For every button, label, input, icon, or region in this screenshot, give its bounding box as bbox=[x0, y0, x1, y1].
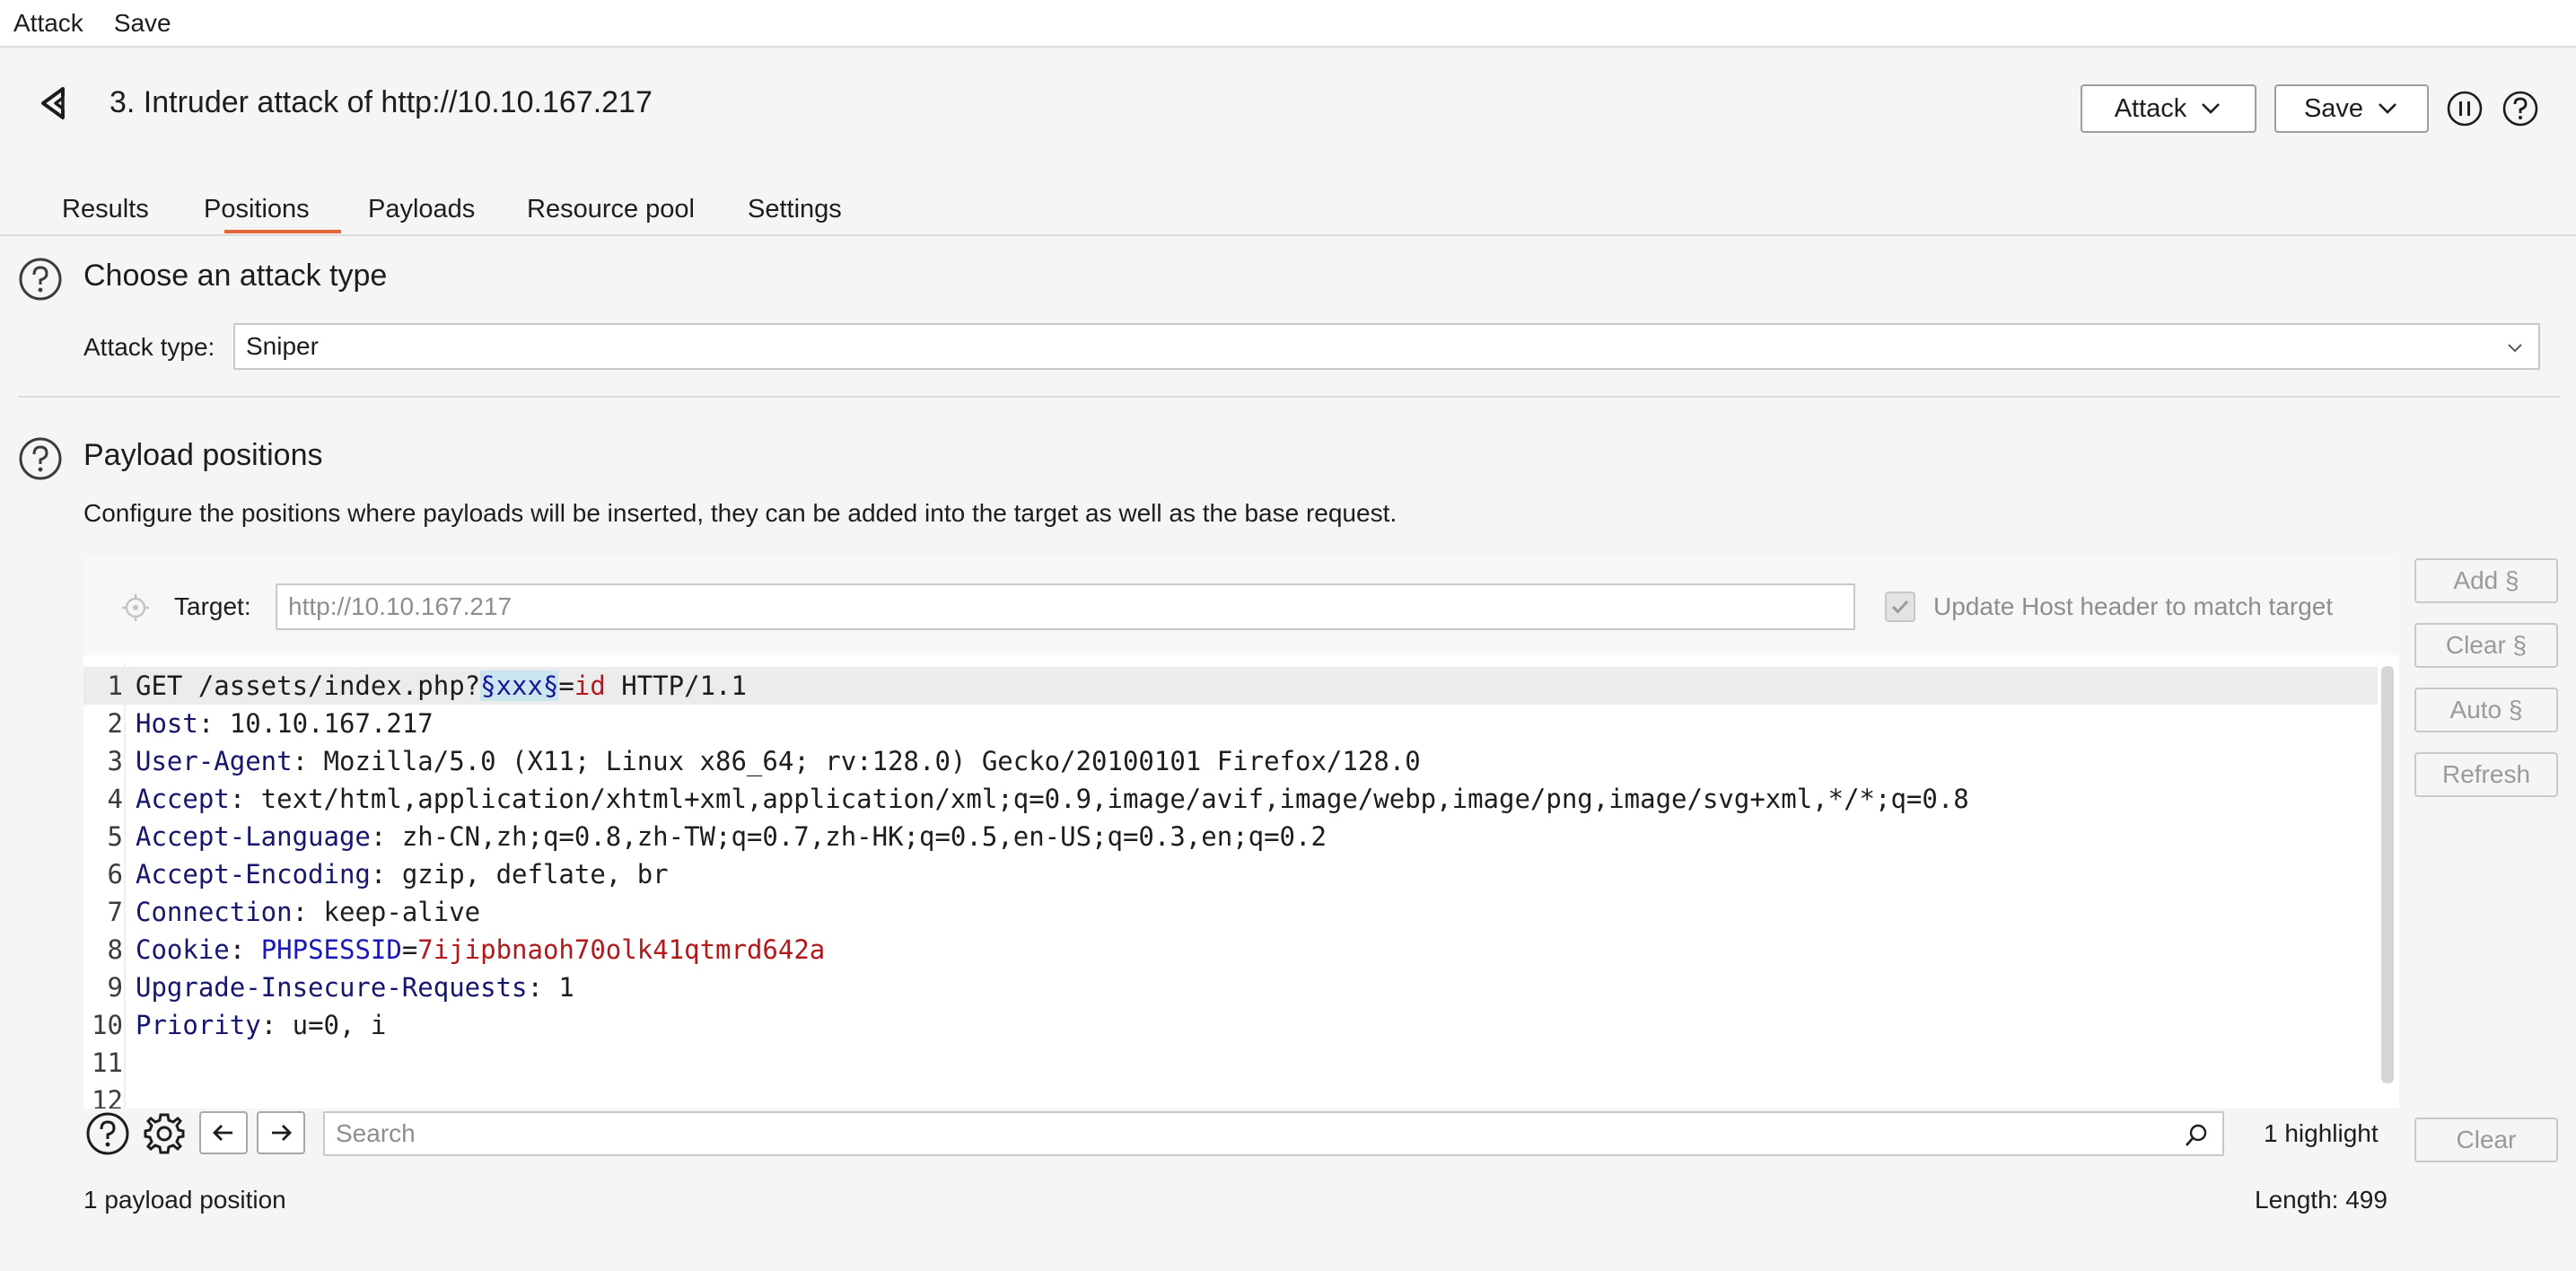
help-icon[interactable] bbox=[18, 436, 63, 481]
cookie-line: 8 Cookie: PHPSESSID = 7ijipbnaoh70olk41qtmr… bbox=[107, 934, 826, 965]
tab-payloads[interactable]: Payloads bbox=[368, 195, 475, 224]
payload-marker[interactable]: §xxx§ bbox=[480, 671, 559, 701]
add-section-button[interactable]: Add § bbox=[2414, 558, 2558, 603]
intruder-logo-icon bbox=[41, 87, 65, 119]
menu-bar: Attack Save bbox=[0, 0, 2576, 48]
editor-scrollbar[interactable] bbox=[2381, 666, 2394, 1083]
refresh-button[interactable]: Refresh bbox=[2414, 752, 2558, 797]
chevron-down-icon bbox=[2202, 103, 2221, 114]
target-label: Target: bbox=[174, 592, 251, 620]
target-input[interactable]: http://10.10.167.217 bbox=[276, 583, 1855, 630]
attack-type-select[interactable]: Sniper bbox=[233, 323, 2540, 370]
next-button[interactable] bbox=[257, 1111, 305, 1154]
highlight-count: 1 highlight bbox=[2264, 1119, 2379, 1147]
header-line: 4 Accept: text/html,application/xhtml+xml… bbox=[107, 784, 1969, 814]
search-placeholder: Search bbox=[336, 1119, 416, 1147]
header-line: 6 Accept-Encoding: gzip, deflate, br bbox=[107, 859, 669, 890]
help-icon[interactable] bbox=[18, 257, 63, 302]
menu-save[interactable]: Save bbox=[114, 9, 171, 38]
tab-bar: Results Positions Payloads Resource pool… bbox=[0, 182, 2576, 236]
arrow-right-icon bbox=[272, 1125, 292, 1141]
payload-positions-title: Payload positions bbox=[83, 438, 323, 472]
header-line: 7 Connection: keep-alive bbox=[107, 897, 481, 927]
help-icon[interactable] bbox=[85, 1111, 130, 1156]
payload-positions-description: Configure the positions where payloads w… bbox=[83, 499, 1398, 527]
empty-line: 11 bbox=[92, 1047, 123, 1078]
attack-type-label: Attack type: bbox=[83, 333, 215, 361]
gear-icon[interactable] bbox=[142, 1111, 187, 1156]
menu-attack[interactable]: Attack bbox=[13, 9, 83, 38]
payload-position-count: 1 payload position bbox=[83, 1186, 286, 1214]
chevron-down-icon bbox=[2379, 103, 2396, 114]
tab-settings[interactable]: Settings bbox=[748, 195, 842, 224]
header-line: 2 Host: 10.10.167.217 bbox=[107, 708, 434, 739]
auto-section-button[interactable]: Auto § bbox=[2414, 688, 2558, 732]
save-dropdown-button[interactable]: Save bbox=[2274, 84, 2429, 133]
attack-dropdown-button[interactable]: Attack bbox=[2081, 84, 2256, 133]
gutter-separator bbox=[124, 664, 126, 1109]
pause-icon[interactable] bbox=[2445, 89, 2484, 128]
header-line: 3 User-Agent: Mozilla/5.0 (X11; Linux x86… bbox=[107, 746, 1421, 776]
page-title: 3. Intruder attack of http://10.10.167.2… bbox=[110, 85, 653, 119]
checkmark-icon bbox=[1891, 600, 1909, 614]
update-host-label: Update Host header to match target bbox=[1933, 592, 2334, 620]
attack-type-title: Choose an attack type bbox=[83, 259, 388, 293]
arrow-left-icon bbox=[213, 1125, 232, 1141]
search-input[interactable]: Search bbox=[323, 1111, 2224, 1156]
tab-results[interactable]: Results bbox=[62, 195, 149, 224]
request-length: Length: 499 bbox=[2255, 1186, 2388, 1214]
update-host-checkbox[interactable] bbox=[1885, 592, 1915, 622]
header-line: 10 Priority: u=0, i bbox=[92, 1010, 387, 1040]
request-line: 1 GET /assets/index.php? §xxx§ = id HTTP/1.1 bbox=[83, 667, 2378, 705]
previous-button[interactable] bbox=[199, 1111, 248, 1154]
header-line: 9 Upgrade-Insecure-Requests: 1 bbox=[107, 972, 574, 1003]
attack-header: 3. Intruder attack of http://10.10.167.2… bbox=[0, 49, 2576, 188]
clear-search-button[interactable]: Clear bbox=[2414, 1118, 2558, 1162]
request-editor[interactable]: 1 GET /assets/index.php? §xxx§ = id HTTP/1.1… bbox=[83, 664, 2381, 1109]
search-icon bbox=[2186, 1124, 2207, 1146]
section-divider bbox=[18, 396, 2560, 398]
clear-section-button[interactable]: Clear § bbox=[2414, 623, 2558, 668]
chevron-down-icon bbox=[2508, 344, 2522, 353]
target-input-value: http://10.10.167.217 bbox=[288, 592, 513, 620]
attack-type-value: Sniper bbox=[246, 332, 319, 360]
tab-positions[interactable]: Positions bbox=[204, 195, 310, 224]
tab-resource-pool[interactable]: Resource pool bbox=[527, 195, 695, 224]
active-tab-indicator bbox=[224, 230, 341, 233]
empty-line: 12 bbox=[92, 1085, 123, 1109]
crosshair-icon bbox=[122, 594, 149, 621]
attack-button-label: Attack bbox=[2114, 93, 2187, 123]
help-icon[interactable] bbox=[2501, 89, 2540, 128]
header-line: 5 Accept-Language: zh-CN,zh;q=0.8,zh-TW;q… bbox=[107, 821, 1327, 852]
save-button-label: Save bbox=[2303, 93, 2364, 123]
